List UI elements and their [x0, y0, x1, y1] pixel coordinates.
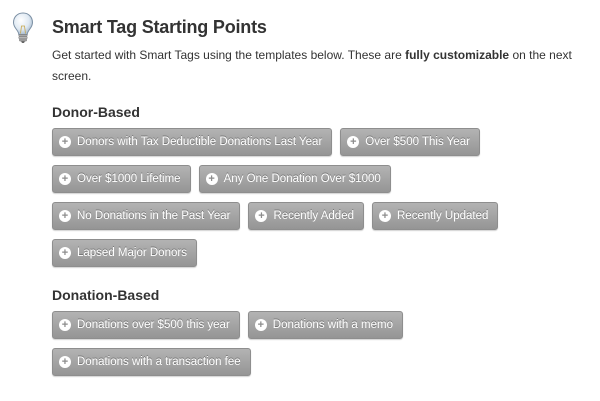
button-label: Donations with a memo [272, 319, 393, 331]
button-label: Donations with a transaction fee [77, 356, 241, 368]
intro-text-start: Get started with Smart Tags using the te… [52, 48, 406, 62]
donation-based-heading: Donation-Based [52, 287, 160, 303]
plus-circle-icon: + [347, 136, 360, 148]
donor-based-row-4: + Lapsed Major Donors [52, 239, 197, 267]
template-donations-over-500-this-year-button[interactable]: + Donations over $500 this year [52, 311, 240, 339]
plus-circle-icon: + [254, 319, 267, 331]
template-recently-added-button[interactable]: + Recently Added [248, 202, 364, 230]
template-any-one-donation-over-1000-button[interactable]: + Any One Donation Over $1000 [198, 165, 391, 193]
plus-circle-icon: + [205, 173, 218, 185]
template-donors-tax-deductible-last-year-button[interactable]: + Donors with Tax Deductible Donations L… [52, 128, 333, 156]
donation-based-row-1: + Donations over $500 this year + Donati… [52, 311, 403, 339]
template-donations-with-transaction-fee-button[interactable]: + Donations with a transaction fee [52, 348, 251, 376]
button-label: Donors with Tax Deductible Donations Las… [77, 136, 323, 148]
button-label: Over $1000 Lifetime [77, 173, 181, 185]
button-label: Lapsed Major Donors [77, 247, 187, 259]
smart-tag-starting-points-panel: Smart Tag Starting Points Get started wi… [0, 0, 600, 401]
plus-circle-icon: + [379, 210, 391, 222]
intro-text-emphasis: fully customizable [405, 48, 510, 62]
donor-based-row-1: + Donors with Tax Deductible Donations L… [52, 128, 480, 156]
template-lapsed-major-donors-button[interactable]: + Lapsed Major Donors [52, 239, 197, 267]
donation-based-row-2: + Donations with a transaction fee [52, 348, 251, 376]
template-over-500-this-year-button[interactable]: + Over $500 This Year [340, 128, 480, 156]
plus-circle-icon: + [59, 136, 71, 148]
donor-based-row-2: + Over $1000 Lifetime + Any One Donation… [52, 165, 391, 193]
plus-circle-icon: + [59, 210, 71, 222]
button-label: Over $500 This Year [365, 136, 470, 148]
page-title: Smart Tag Starting Points [52, 17, 267, 37]
button-label: Donations over $500 this year [77, 319, 230, 331]
intro-text: Get started with Smart Tags using the te… [52, 45, 572, 87]
plus-circle-icon: + [59, 247, 71, 259]
plus-circle-icon: + [59, 173, 71, 185]
template-donations-with-memo-button[interactable]: + Donations with a memo [247, 311, 403, 339]
plus-circle-icon: + [255, 210, 268, 222]
button-label: No Donations in the Past Year [77, 210, 231, 222]
template-no-donations-past-year-button[interactable]: + No Donations in the Past Year [52, 202, 241, 230]
plus-circle-icon: + [59, 356, 71, 368]
button-label: Recently Added [273, 210, 354, 222]
button-label: Any One Donation Over $1000 [223, 173, 381, 185]
lightbulb-icon [12, 12, 34, 43]
button-label: Recently Updated [397, 210, 489, 222]
template-recently-updated-button[interactable]: + Recently Updated [372, 202, 499, 230]
donor-based-row-3: + No Donations in the Past Year + Recent… [52, 202, 499, 230]
template-over-1000-lifetime-button[interactable]: + Over $1000 Lifetime [52, 165, 191, 193]
plus-circle-icon: + [59, 319, 71, 331]
donor-based-heading: Donor-Based [52, 104, 140, 120]
